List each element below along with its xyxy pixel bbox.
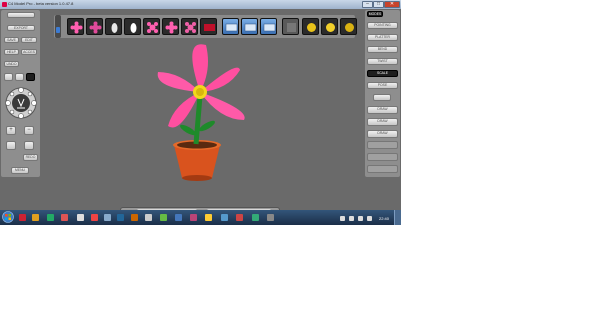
toolbar-item-layout[interactable] <box>222 18 239 35</box>
window-title: C4 Model Pro - beta version 1.0.47.8 <box>8 1 74 6</box>
toolbar-item-flower[interactable] <box>143 18 160 35</box>
toolbar-item-flower[interactable] <box>67 18 84 35</box>
app-window: C4 Model Pro - beta version 1.0.47.8 – □… <box>0 0 401 225</box>
toolbar-item-red-object[interactable] <box>200 18 217 35</box>
empty-slot <box>367 153 398 161</box>
folder-icon[interactable] <box>32 214 39 221</box>
toolbar-slider[interactable] <box>55 15 61 38</box>
undo-icon[interactable] <box>4 73 13 81</box>
toolbar-item-vase[interactable] <box>105 18 122 35</box>
taskbar-app-icon[interactable] <box>117 214 124 221</box>
app-icon <box>2 2 7 7</box>
maximize-button[interactable]: □ <box>373 1 384 8</box>
toolbar-item-flower[interactable] <box>86 18 103 35</box>
menu-button[interactable]: MENU <box>11 167 29 174</box>
mode-scale-button[interactable]: SCALE <box>367 70 398 77</box>
taskbar-app-icon[interactable] <box>91 214 98 221</box>
access-button[interactable]: ACCES <box>21 49 37 55</box>
minimize-button[interactable]: – <box>362 1 373 8</box>
zoom-in-icon[interactable]: + <box>6 126 16 135</box>
redo-button[interactable]: REDO <box>23 154 38 161</box>
draw-curve-button[interactable]: DRAW <box>367 118 398 126</box>
trash-icon[interactable] <box>26 73 35 81</box>
tray-icon[interactable] <box>349 216 354 221</box>
draw-line-button[interactable]: DRAW <box>367 106 398 114</box>
taskbar-app-icon[interactable] <box>77 214 84 221</box>
redo-icon[interactable] <box>15 73 24 81</box>
taskbar-app-icon[interactable] <box>160 214 167 221</box>
taskbar-app-icon[interactable] <box>221 214 228 221</box>
help-button[interactable]: HELP <box>4 49 19 55</box>
object-toolbar <box>54 15 357 38</box>
show-desktop-button[interactable] <box>394 210 401 225</box>
draw-wave-button[interactable]: DRAW <box>367 130 398 138</box>
close-button[interactable]: ✕ <box>384 1 400 8</box>
modes-label: MODES <box>367 11 383 17</box>
empty-slot <box>367 141 398 149</box>
toolbar-item-flower[interactable] <box>181 18 198 35</box>
toolbar-item-layout[interactable] <box>241 18 258 35</box>
title-bar: C4 Model Pro - beta version 1.0.47.8 – □… <box>0 0 401 9</box>
taskbar-clock[interactable]: 22:40 <box>379 216 389 221</box>
toolbar-item-layout[interactable] <box>260 18 277 35</box>
mode-platter-button[interactable]: PLATTER <box>367 34 398 41</box>
toolbar-item-gray[interactable] <box>282 18 299 35</box>
export-button[interactable]: EXPORT <box>7 25 35 31</box>
toolbar-item-vase[interactable] <box>124 18 141 35</box>
start-button-icon[interactable] <box>2 211 14 223</box>
taskbar-app-icon[interactable] <box>175 214 182 221</box>
zoom-out-icon[interactable]: − <box>24 126 34 135</box>
tray-icon[interactable] <box>358 216 363 221</box>
taskbar-app-icon[interactable] <box>47 214 54 221</box>
taskbar-app-icon[interactable] <box>205 214 212 221</box>
view-selector[interactable] <box>7 12 35 18</box>
toolbar-item-flower[interactable] <box>162 18 179 35</box>
mode-pose-button[interactable]: POSE <box>367 82 398 89</box>
taskbar-app-icon[interactable] <box>252 214 259 221</box>
taskbar-app-icon[interactable] <box>61 214 68 221</box>
left-tool-panel: EXPORT SAVE EDIT HELP ACCES UNDO + − RED… <box>1 10 40 177</box>
volume-icon[interactable] <box>367 216 372 221</box>
empty-slot <box>367 165 398 173</box>
toolbar-item-sphere[interactable] <box>302 18 319 35</box>
toolbar-item-sphere[interactable] <box>340 18 357 35</box>
taskbar-app-icon[interactable] <box>131 214 138 221</box>
taskbar-app-icon[interactable] <box>267 214 274 221</box>
mode-twist-button[interactable]: TWIST <box>367 58 398 65</box>
taskbar-app-icon[interactable] <box>145 214 152 221</box>
mode-pointing-button[interactable]: POINTING <box>367 22 398 29</box>
right-mode-panel: MODES POINTING PLATTER BEND TWIST SCALE … <box>365 10 400 177</box>
taskbar-app-icon[interactable] <box>236 214 243 221</box>
flower-3d-model[interactable] <box>140 40 260 185</box>
toolbar-item-sphere[interactable] <box>321 18 338 35</box>
taskbar-app-icon[interactable] <box>190 214 197 221</box>
taskbar-app-icon[interactable] <box>104 214 111 221</box>
search-icon[interactable] <box>24 141 34 150</box>
tray-icon[interactable] <box>340 216 345 221</box>
taskbar-app-icon[interactable] <box>19 214 26 221</box>
mode-bend-button[interactable]: BEND <box>367 46 398 53</box>
undo-button[interactable]: UNDO <box>4 61 19 67</box>
expand-button[interactable] <box>373 94 391 101</box>
edit-button[interactable]: EDIT <box>21 37 37 43</box>
tool-icon[interactable] <box>6 141 16 150</box>
navigation-icon[interactable] <box>4 86 38 120</box>
save-button[interactable]: SAVE <box>4 37 19 43</box>
